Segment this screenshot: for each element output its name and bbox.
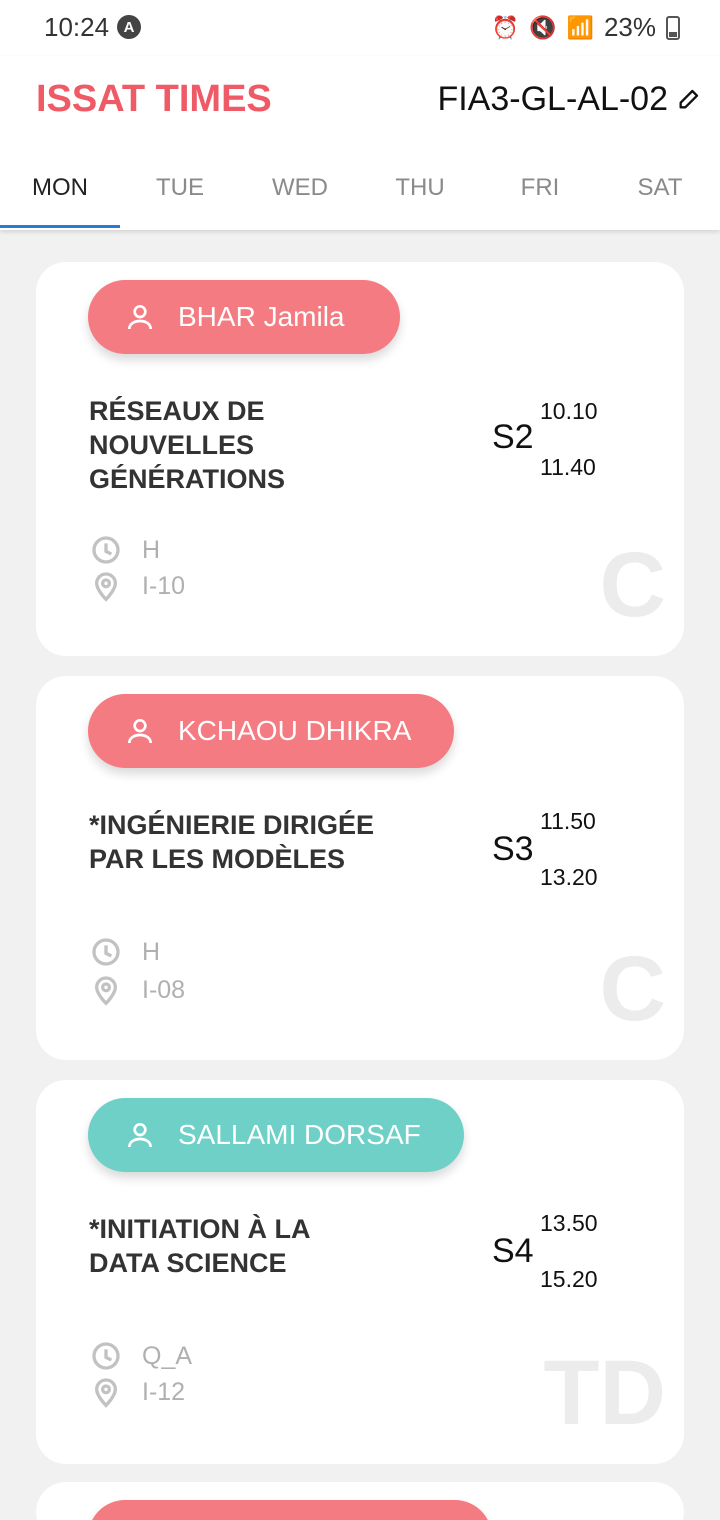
teacher-name: SALLAMI DORSAF bbox=[178, 1119, 421, 1150]
battery-icon bbox=[666, 15, 680, 40]
room-row: I-12 bbox=[90, 1376, 185, 1408]
mode-row: Q_A bbox=[90, 1340, 192, 1372]
person-icon bbox=[128, 305, 152, 330]
course-title: *INGÉNIERIE DIRIGÉE PAR LES MODÈLES bbox=[89, 810, 375, 874]
clock-icon bbox=[92, 1342, 120, 1370]
session-card[interactable]: BHAR Jamila RÉSEAUX DE NOUVELLES GÉNÉRAT… bbox=[36, 262, 684, 656]
room-row: I-10 bbox=[90, 570, 185, 602]
end-time: 13.20 bbox=[540, 864, 598, 890]
app-header: ISSAT TIMES FIA3-GL-AL-02 MON TUE WED TH… bbox=[0, 56, 720, 230]
status-time: 10:24 bbox=[44, 12, 110, 42]
session-number: S2 bbox=[492, 418, 534, 456]
tab-thu[interactable]: THU bbox=[360, 164, 480, 228]
room: I-12 bbox=[142, 1377, 186, 1406]
location-pin-icon bbox=[94, 572, 118, 602]
teacher-pill[interactable] bbox=[88, 1500, 492, 1520]
session-mode: H bbox=[142, 535, 161, 564]
alarm-icon: ⏰ bbox=[491, 14, 520, 40]
location-pin-icon bbox=[94, 1378, 118, 1408]
session-type: C bbox=[599, 938, 666, 1040]
start-time: 10.10 bbox=[540, 398, 598, 424]
room: I-08 bbox=[142, 975, 186, 1004]
room: I-10 bbox=[142, 571, 186, 600]
person-icon bbox=[128, 719, 152, 744]
session-card[interactable]: KCHAOU DHIKRA *INGÉNIERIE DIRIGÉE PAR LE… bbox=[36, 676, 684, 1060]
app-notification-icon: A bbox=[117, 15, 141, 39]
day-tabs: MON TUE WED THU FRI SAT bbox=[0, 164, 720, 228]
status-bar: 10:24 A ⏰ 🔇 📶 23% bbox=[0, 0, 720, 56]
session-card[interactable] bbox=[36, 1482, 684, 1520]
session-mode: H bbox=[142, 937, 161, 966]
course-title: *INITIATION À LA DATA SCIENCE bbox=[89, 1214, 310, 1278]
teacher-pill[interactable]: BHAR Jamila bbox=[88, 280, 400, 354]
teacher-pill[interactable]: KCHAOU DHIKRA bbox=[88, 694, 454, 768]
person-icon bbox=[128, 1123, 152, 1148]
edit-icon[interactable] bbox=[676, 84, 704, 112]
teacher-name: BHAR Jamila bbox=[178, 301, 345, 332]
tab-mon[interactable]: MON bbox=[0, 164, 120, 228]
end-time: 15.20 bbox=[540, 1266, 598, 1292]
session-type: C bbox=[599, 534, 666, 636]
clock-icon bbox=[92, 938, 120, 966]
course-title: RÉSEAUX DE NOUVELLES GÉNÉRATIONS bbox=[89, 396, 286, 494]
start-time: 11.50 bbox=[540, 808, 596, 834]
status-icons: ⏰ 🔇 📶 23% bbox=[492, 12, 680, 43]
session-number: S4 bbox=[492, 1232, 534, 1270]
start-time: 13.50 bbox=[540, 1210, 598, 1236]
end-time: 11.40 bbox=[540, 454, 596, 480]
location-pin-icon bbox=[94, 976, 118, 1006]
tab-wed[interactable]: WED bbox=[240, 164, 360, 228]
tab-fri[interactable]: FRI bbox=[480, 164, 600, 228]
session-card[interactable]: SALLAMI DORSAF *INITIATION À LA DATA SCI… bbox=[36, 1080, 684, 1464]
app-title: ISSAT TIMES bbox=[36, 78, 272, 120]
room-row: I-08 bbox=[90, 974, 185, 1006]
tab-tue[interactable]: TUE bbox=[120, 164, 240, 228]
mode-row: H bbox=[90, 936, 160, 968]
mode-row: H bbox=[90, 534, 160, 566]
session-type: TD bbox=[543, 1342, 666, 1444]
session-mode: Q_A bbox=[142, 1341, 193, 1370]
wifi-icon: 📶 bbox=[566, 14, 594, 40]
teacher-name: KCHAOU DHIKRA bbox=[178, 715, 412, 746]
session-number: S3 bbox=[492, 830, 534, 868]
battery-percent: 23% bbox=[603, 12, 656, 42]
group-name[interactable]: FIA3-GL-AL-02 bbox=[437, 80, 668, 119]
tab-sat[interactable]: SAT bbox=[600, 164, 720, 228]
mute-icon: 🔇 bbox=[529, 14, 557, 40]
clock-icon bbox=[92, 536, 120, 564]
teacher-pill[interactable]: SALLAMI DORSAF bbox=[88, 1098, 464, 1172]
